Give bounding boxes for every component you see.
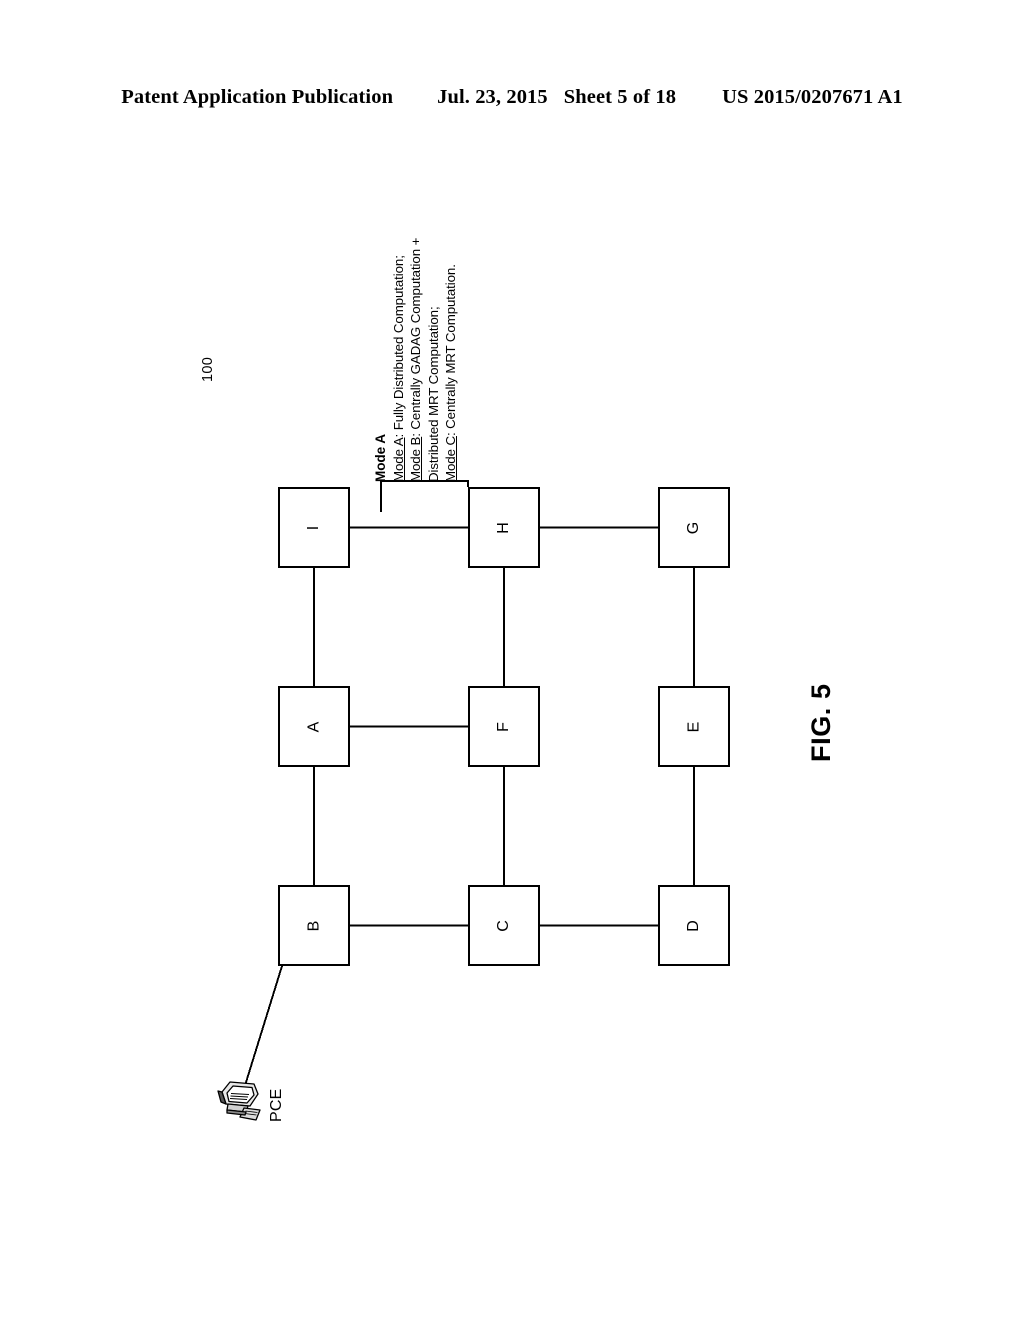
node-label-H: H (495, 521, 512, 534)
mode-a-rest: : Fully Distributed Computation; (390, 255, 406, 438)
legend-line-mode-b-cont: Distributed MRT Computation; (425, 238, 443, 482)
network-node-H[interactable]: H (468, 487, 540, 568)
legend-line-mode-c: Mode C: Centrally MRT Computation. (442, 238, 460, 482)
legend-line-mode-a: Mode A: Fully Distributed Computation; (390, 238, 408, 482)
node-label-B: B (304, 920, 322, 931)
mrt-implementation-mode-legend: Mode A Mode A: Fully Distributed Computa… (372, 238, 460, 482)
node-label-D: D (685, 919, 702, 932)
workstation-computer-icon (217, 1081, 261, 1121)
mode-c-underlined: Mode C (443, 436, 458, 482)
figure-label: FIG. 5 (806, 683, 836, 762)
network-connector-lines (242, 480, 696, 1093)
legend-title: Mode A (373, 434, 388, 482)
figure-5-drawing: 100 Mode A Mode A: Fully Distributed Com… (0, 0, 1024, 1320)
node-label-C: C (495, 919, 512, 932)
node-label-E: E (684, 721, 702, 732)
mode-b-underlined: Mode B (408, 436, 423, 482)
network-node-G[interactable]: G (658, 487, 730, 568)
node-label-I: I (304, 525, 322, 530)
pce-label: PCE (268, 1088, 285, 1123)
network-node-F[interactable]: F (468, 686, 540, 767)
network-node-I[interactable]: I (278, 487, 350, 568)
network-node-D[interactable]: D (658, 885, 730, 966)
legend-line-mode-b: Mode B: Centrally GADAG Computation + (407, 238, 425, 482)
network-node-E[interactable]: E (658, 686, 730, 767)
node-label-A: A (304, 721, 322, 732)
mode-b-rest: : Centrally GADAG Computation + (408, 237, 423, 437)
reference-numeral-100: 100 (200, 356, 216, 382)
network-node-C[interactable]: C (468, 885, 540, 966)
node-label-G: G (684, 521, 702, 534)
node-label-F: F (495, 721, 512, 732)
mode-c-rest: : Centrally MRT Computation. (443, 264, 458, 437)
mode-a-underlined: Mode A (390, 437, 406, 483)
network-node-A[interactable]: A (278, 686, 350, 767)
mode-b-continued: Distributed MRT Computation; (425, 306, 441, 482)
legend-leader-line (380, 480, 469, 512)
network-node-B[interactable]: B (278, 885, 350, 966)
